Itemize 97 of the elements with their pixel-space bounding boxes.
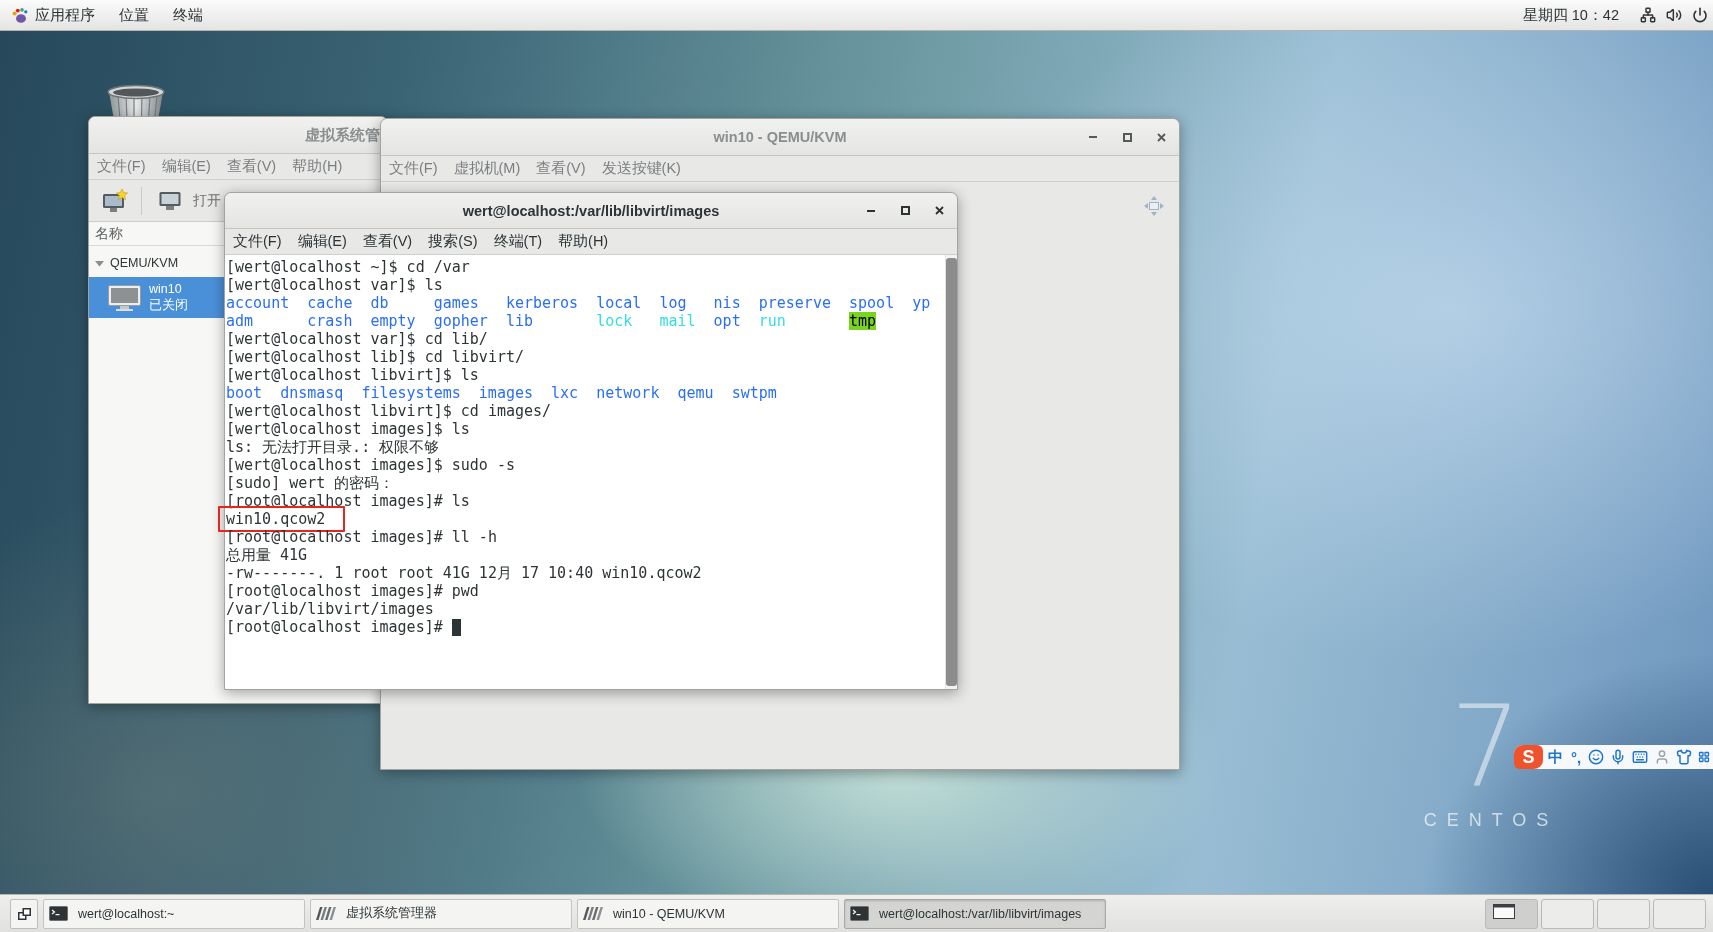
file-name: lock: [596, 312, 633, 330]
grid-icon[interactable]: [1698, 751, 1711, 763]
terminal-line: [wert@localhost ~]$ cd /var: [226, 258, 470, 276]
file-name: boot: [226, 384, 263, 402]
monitor-icon: [159, 190, 181, 211]
maximize-icon: [900, 206, 910, 215]
file-name: games: [433, 294, 479, 312]
menu-item[interactable]: 终端(T): [485, 229, 551, 254]
expander-icon[interactable]: [95, 258, 104, 268]
terminal-line: /var/lib/libvirt/images: [226, 600, 434, 618]
terminal-line: [wert@localhost images]$ ls: [226, 420, 470, 438]
file-name: empty: [370, 312, 416, 330]
file-name: tmp: [849, 312, 877, 330]
file-name: account: [226, 294, 290, 312]
terminal-line: [root@localhost images]# ll -h: [226, 528, 497, 546]
vm-status: 已关闭: [149, 298, 188, 313]
minimize-icon: [867, 209, 875, 212]
panel-menu[interactable]: 应用程序: [0, 0, 107, 30]
panel-menu[interactable]: 终端: [161, 0, 215, 30]
terminal-line: [wert@localhost libvirt]$ cd images/: [226, 402, 552, 420]
monitor-star-icon: [102, 188, 128, 213]
terminal-line: -rw-------. 1 root root 41G 12月 17 10:40 win10.qcow2: [226, 564, 702, 582]
file-name: preserve: [758, 294, 831, 312]
file-name: kerberos: [505, 294, 579, 312]
striped-logo-icon: [316, 907, 336, 920]
window-title: 虚拟系统管: [305, 125, 380, 145]
network-icon: [1640, 7, 1656, 23]
terminal-line: [root@localhost images]# ls: [226, 492, 470, 510]
file-name: crash: [307, 312, 353, 330]
file-name: adm: [226, 312, 254, 330]
file-name: network: [596, 384, 660, 402]
file-name: db: [370, 294, 389, 312]
task-button[interactable]: 虚拟系统管理器: [310, 898, 572, 929]
task-button[interactable]: wert@localhost:/var/lib/libvirt/images: [844, 898, 1106, 929]
menu-item[interactable]: 编辑(E): [289, 229, 355, 254]
vm-name: win10: [149, 282, 183, 297]
terminal-line: win10.qcow2: [226, 510, 326, 528]
file-name: lxc: [551, 384, 579, 402]
file-name: log: [659, 294, 687, 312]
terminal-line: [wert@localhost lib]$ cd libvirt/: [226, 348, 524, 366]
minimize-icon: [1089, 136, 1097, 138]
file-name: yp: [912, 294, 931, 312]
close-icon: [934, 206, 944, 215]
input-mode[interactable]: 中: [1548, 747, 1563, 767]
terminal-line: [wert@localhost var]$ cd lib/: [226, 330, 488, 348]
window-title: wert@localhost:/var/lib/libvirt/images: [462, 202, 720, 219]
show-desktop-button[interactable]: [10, 898, 38, 929]
file-name: images: [478, 384, 533, 402]
terminal-line: [wert@localhost libvirt]$ ls: [226, 366, 479, 384]
workspace-button[interactable]: [1485, 898, 1538, 929]
terminal-line: [wert@localhost var]$ ls: [226, 276, 443, 294]
windows-icon: [17, 907, 31, 920]
panel-menu[interactable]: 位置: [107, 0, 161, 30]
maximize-icon: [1122, 132, 1132, 142]
menu-item[interactable]: 文件(F): [225, 229, 290, 254]
file-name: opt: [713, 312, 741, 330]
power-icon: [1692, 7, 1708, 23]
file-name: dnsmasq: [280, 384, 344, 402]
file-name: swtpm: [731, 384, 777, 402]
terminal-line: ls: 无法打开目录.: 权限不够: [226, 438, 440, 456]
menu-item[interactable]: 帮助(H): [550, 229, 617, 254]
clock[interactable]: 星期四 10：42: [1522, 0, 1635, 30]
smiley-icon[interactable]: [1588, 749, 1605, 765]
paw-icon: [12, 7, 28, 23]
window-title: win10 - QEMU/KVM: [713, 129, 847, 145]
volume-icon: [1666, 7, 1682, 23]
file-name: local: [596, 294, 642, 312]
close-icon: [1156, 132, 1166, 142]
punctuation-mode[interactable]: °,: [1571, 748, 1582, 766]
terminal-icon: [850, 906, 869, 921]
file-name: spool: [849, 294, 895, 312]
terminal-line: [root@localhost images]#: [226, 618, 443, 636]
open-button[interactable]: 打开: [155, 183, 225, 218]
menu-item[interactable]: 查看(V): [354, 229, 421, 254]
keyboard-icon[interactable]: [1632, 749, 1649, 765]
file-name: lib: [505, 312, 533, 330]
tree-group-label: QEMU/KVM: [110, 256, 179, 270]
monitor-icon: [108, 284, 141, 311]
terminal-line: [root@localhost images]# pwd: [226, 582, 479, 600]
file-name: qemu: [677, 384, 714, 402]
file-name: nis: [713, 294, 741, 312]
task-button[interactable]: win10 - QEMU/KVM: [577, 898, 839, 929]
ime-logo[interactable]: S: [1514, 745, 1543, 769]
task-button[interactable]: wert@localhost:~: [43, 898, 305, 929]
logo-name: CENTOS: [1422, 810, 1559, 831]
terminal-line: [sudo] wert 的密码：: [226, 474, 395, 492]
file-name: mail: [659, 312, 696, 330]
shirt-icon[interactable]: [1676, 749, 1693, 765]
menu-item[interactable]: 搜索(S): [420, 229, 486, 254]
terminal-line: 总用量 41G: [226, 546, 308, 564]
file-name: gopher: [433, 312, 488, 330]
file-name: filesystems: [361, 384, 461, 402]
file-name: cache: [307, 294, 353, 312]
terminal-icon: [49, 906, 68, 921]
terminal-line: [wert@localhost images]$ sudo -s: [226, 456, 515, 474]
striped-logo-icon: [583, 907, 603, 920]
file-name: run: [758, 312, 786, 330]
